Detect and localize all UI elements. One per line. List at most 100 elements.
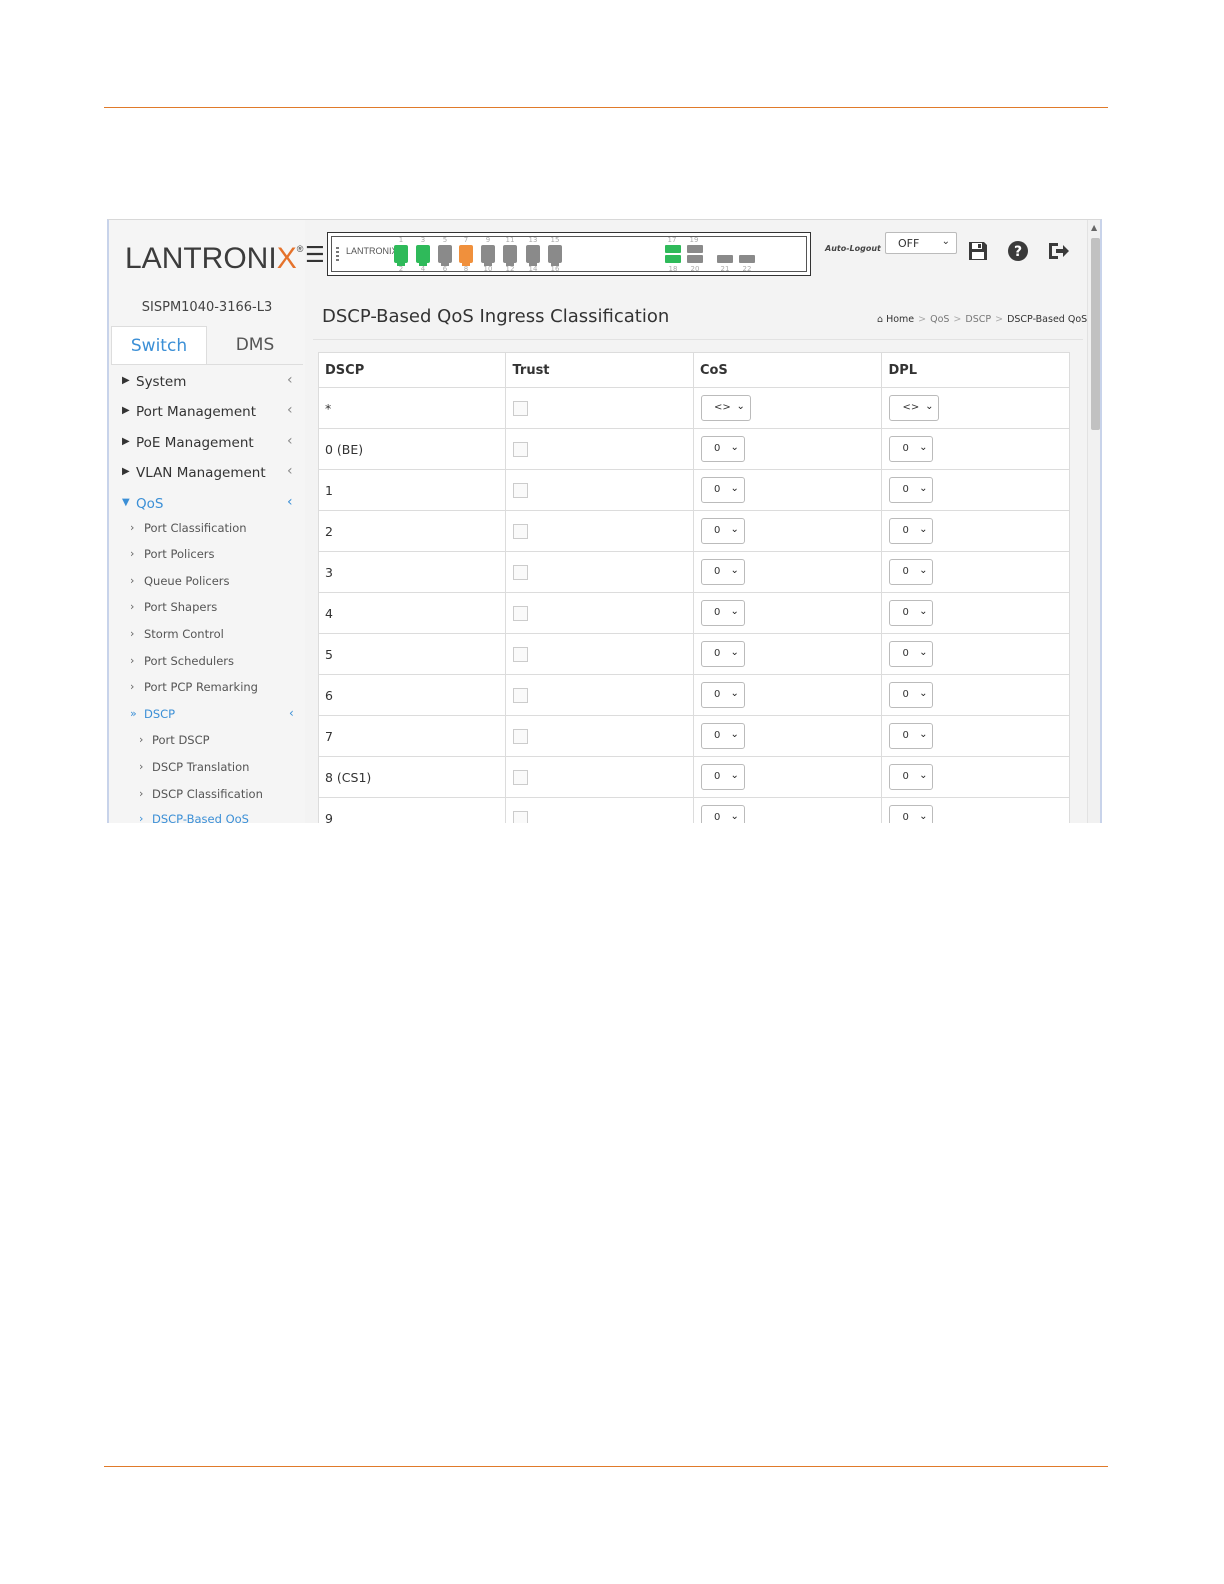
dpl-select[interactable]: 0 ⌄ [889,764,934,790]
cos-select[interactable]: 0 ⌄ [700,682,745,708]
sidebar-item-dscp-based-qos[interactable]: › DSCP-Based QoS [109,811,305,823]
sidebar-item-port-shapers[interactable]: › Port Shapers [109,599,305,619]
cos-cell: 0 ⌄ [692,469,883,511]
trust-checkbox[interactable] [513,811,529,823]
auto-logout-select[interactable]: OFF ⌄ [885,232,957,254]
sidebar-item-port-pcp-remarking[interactable]: › Port PCP Remarking [109,679,305,699]
port-icon[interactable] [438,245,452,266]
help-icon[interactable]: ? [1007,240,1029,262]
sfp-port-icon[interactable] [665,255,681,263]
scrollbar-thumb[interactable] [1091,238,1100,430]
dpl-select[interactable]: <> ⌄ [889,395,940,421]
sidebar-item-vlan-management[interactable]: ▶ VLAN Management ‹ [109,463,305,487]
port-icon[interactable] [526,245,540,266]
port-icon[interactable] [416,245,430,266]
sidebar-item-port-schedulers[interactable]: › Port Schedulers [109,653,305,673]
sidebar-item-system[interactable]: ▶ System ‹ [109,372,305,396]
port-icon[interactable] [459,245,473,266]
cos-select[interactable]: 0 ⌄ [700,600,745,626]
table-row: 2 0 ⌄ 0 ⌄ [317,510,1070,552]
port-icon[interactable] [481,245,495,266]
scroll-up-icon[interactable]: ▲ [1091,223,1097,232]
dpl-select[interactable]: 0 ⌄ [889,600,934,626]
cos-select[interactable]: <> ⌄ [700,395,751,421]
sidebar-item-dscp[interactable]: » DSCP ‹ [109,706,305,726]
dpl-select[interactable]: 0 ⌄ [889,723,934,749]
dpl-cell: 0 ⌄ [881,510,1070,552]
sidebar-item-dscp-translation[interactable]: › DSCP Translation [109,759,305,779]
chevron-right-icon: › [130,547,135,560]
trust-cell [505,428,694,470]
dpl-cell: <> ⌄ [881,387,1070,429]
dscp-qos-table: DSCP Trust CoS DPL * <> ⌄ <> ⌄ 0 (BE) 0 ⌄ 0 ⌄ 1 0 ⌄ 0… [317,352,1070,823]
dpl-cell: 0 ⌄ [881,469,1070,511]
cos-select[interactable]: 0 ⌄ [700,518,745,544]
sidebar-item-port-management[interactable]: ▶ Port Management ‹ [109,402,305,426]
chevron-down-icon: ⌄ [730,442,739,453]
breadcrumb-home[interactable]: Home [886,314,914,325]
trust-checkbox[interactable] [513,606,529,621]
sidebar-item-poe-management[interactable]: ▶ PoE Management ‹ [109,433,305,457]
trust-checkbox[interactable] [513,647,529,662]
dscp-cell: 3 [317,551,507,593]
cos-select[interactable]: 0 ⌄ [700,436,745,462]
breadcrumb-current: DSCP-Based QoS [1007,314,1088,325]
tab-dms[interactable]: DMS [207,326,303,364]
sfp-port-icon[interactable] [687,255,703,263]
table-row: 4 0 ⌄ 0 ⌄ [317,592,1070,634]
sidebar-item-port-policers[interactable]: › Port Policers [109,546,305,566]
port-icon[interactable] [503,245,517,266]
trust-checkbox[interactable] [513,729,529,744]
chevron-left-icon: ‹ [287,433,293,449]
sfp-port-icon[interactable] [687,245,703,253]
dpl-select[interactable]: 0 ⌄ [889,559,934,585]
tab-switch[interactable]: Switch [111,326,207,364]
sidebar-item-qos[interactable]: ▼ QoS ‹ [109,494,305,518]
sidebar-item-dscp-classification[interactable]: › DSCP Classification [109,786,305,806]
sfp-port-icon[interactable] [665,245,681,253]
hamburger-menu-icon[interactable]: ☰ [305,245,325,267]
breadcrumb-qos[interactable]: QoS [930,314,949,325]
sfp-port-icon[interactable] [739,255,755,263]
breadcrumb-dscp[interactable]: DSCP [965,314,991,325]
cos-select[interactable]: 0 ⌄ [700,477,745,503]
sidebar-item-queue-policers[interactable]: › Queue Policers [109,573,305,593]
cos-select[interactable]: 0 ⌄ [700,559,745,585]
port-icon[interactable] [394,245,408,266]
page-top-rule [104,107,1108,108]
trust-checkbox[interactable] [513,442,529,457]
table-row: 3 0 ⌄ 0 ⌄ [317,551,1070,593]
chevron-down-icon: ⌄ [730,729,739,740]
device-name: SISPM1040-3166-L3 [141,300,273,315]
trust-checkbox[interactable] [513,688,529,703]
dpl-select[interactable]: 0 ⌄ [889,682,934,708]
vertical-scrollbar[interactable]: ▲ [1087,220,1100,823]
dpl-select[interactable]: 0 ⌄ [889,805,934,823]
cos-select[interactable]: 0 ⌄ [700,805,745,823]
sidebar-item-storm-control[interactable]: › Storm Control [109,626,305,646]
sfp-port-icon[interactable] [717,255,733,263]
chevron-right-icon: › [139,760,144,773]
dpl-select[interactable]: 0 ⌄ [889,518,934,544]
sidebar-item-port-classification[interactable]: › Port Classification [109,520,305,540]
logout-icon[interactable] [1046,240,1069,262]
cos-select[interactable]: 0 ⌄ [700,723,745,749]
cos-select[interactable]: 0 ⌄ [700,641,745,667]
sidebar-item-port-dscp[interactable]: › Port DSCP [109,732,305,752]
sidebar-tabs: Switch DMS [111,326,303,365]
svg-text:?: ? [1014,244,1022,260]
dpl-select[interactable]: 0 ⌄ [889,477,934,503]
double-chevron-right-icon: » [130,707,137,720]
port-icon[interactable] [548,245,562,266]
trust-checkbox[interactable] [513,401,529,416]
trust-checkbox[interactable] [513,565,529,580]
save-icon[interactable] [967,240,989,262]
dpl-select[interactable]: 0 ⌄ [889,436,934,462]
trust-checkbox[interactable] [513,770,529,785]
trust-checkbox[interactable] [513,483,529,498]
trust-checkbox[interactable] [513,524,529,539]
trust-cell [505,633,694,675]
dpl-select[interactable]: 0 ⌄ [889,641,934,667]
cos-select[interactable]: 0 ⌄ [700,764,745,790]
chevron-down-icon: ⌄ [919,770,928,781]
